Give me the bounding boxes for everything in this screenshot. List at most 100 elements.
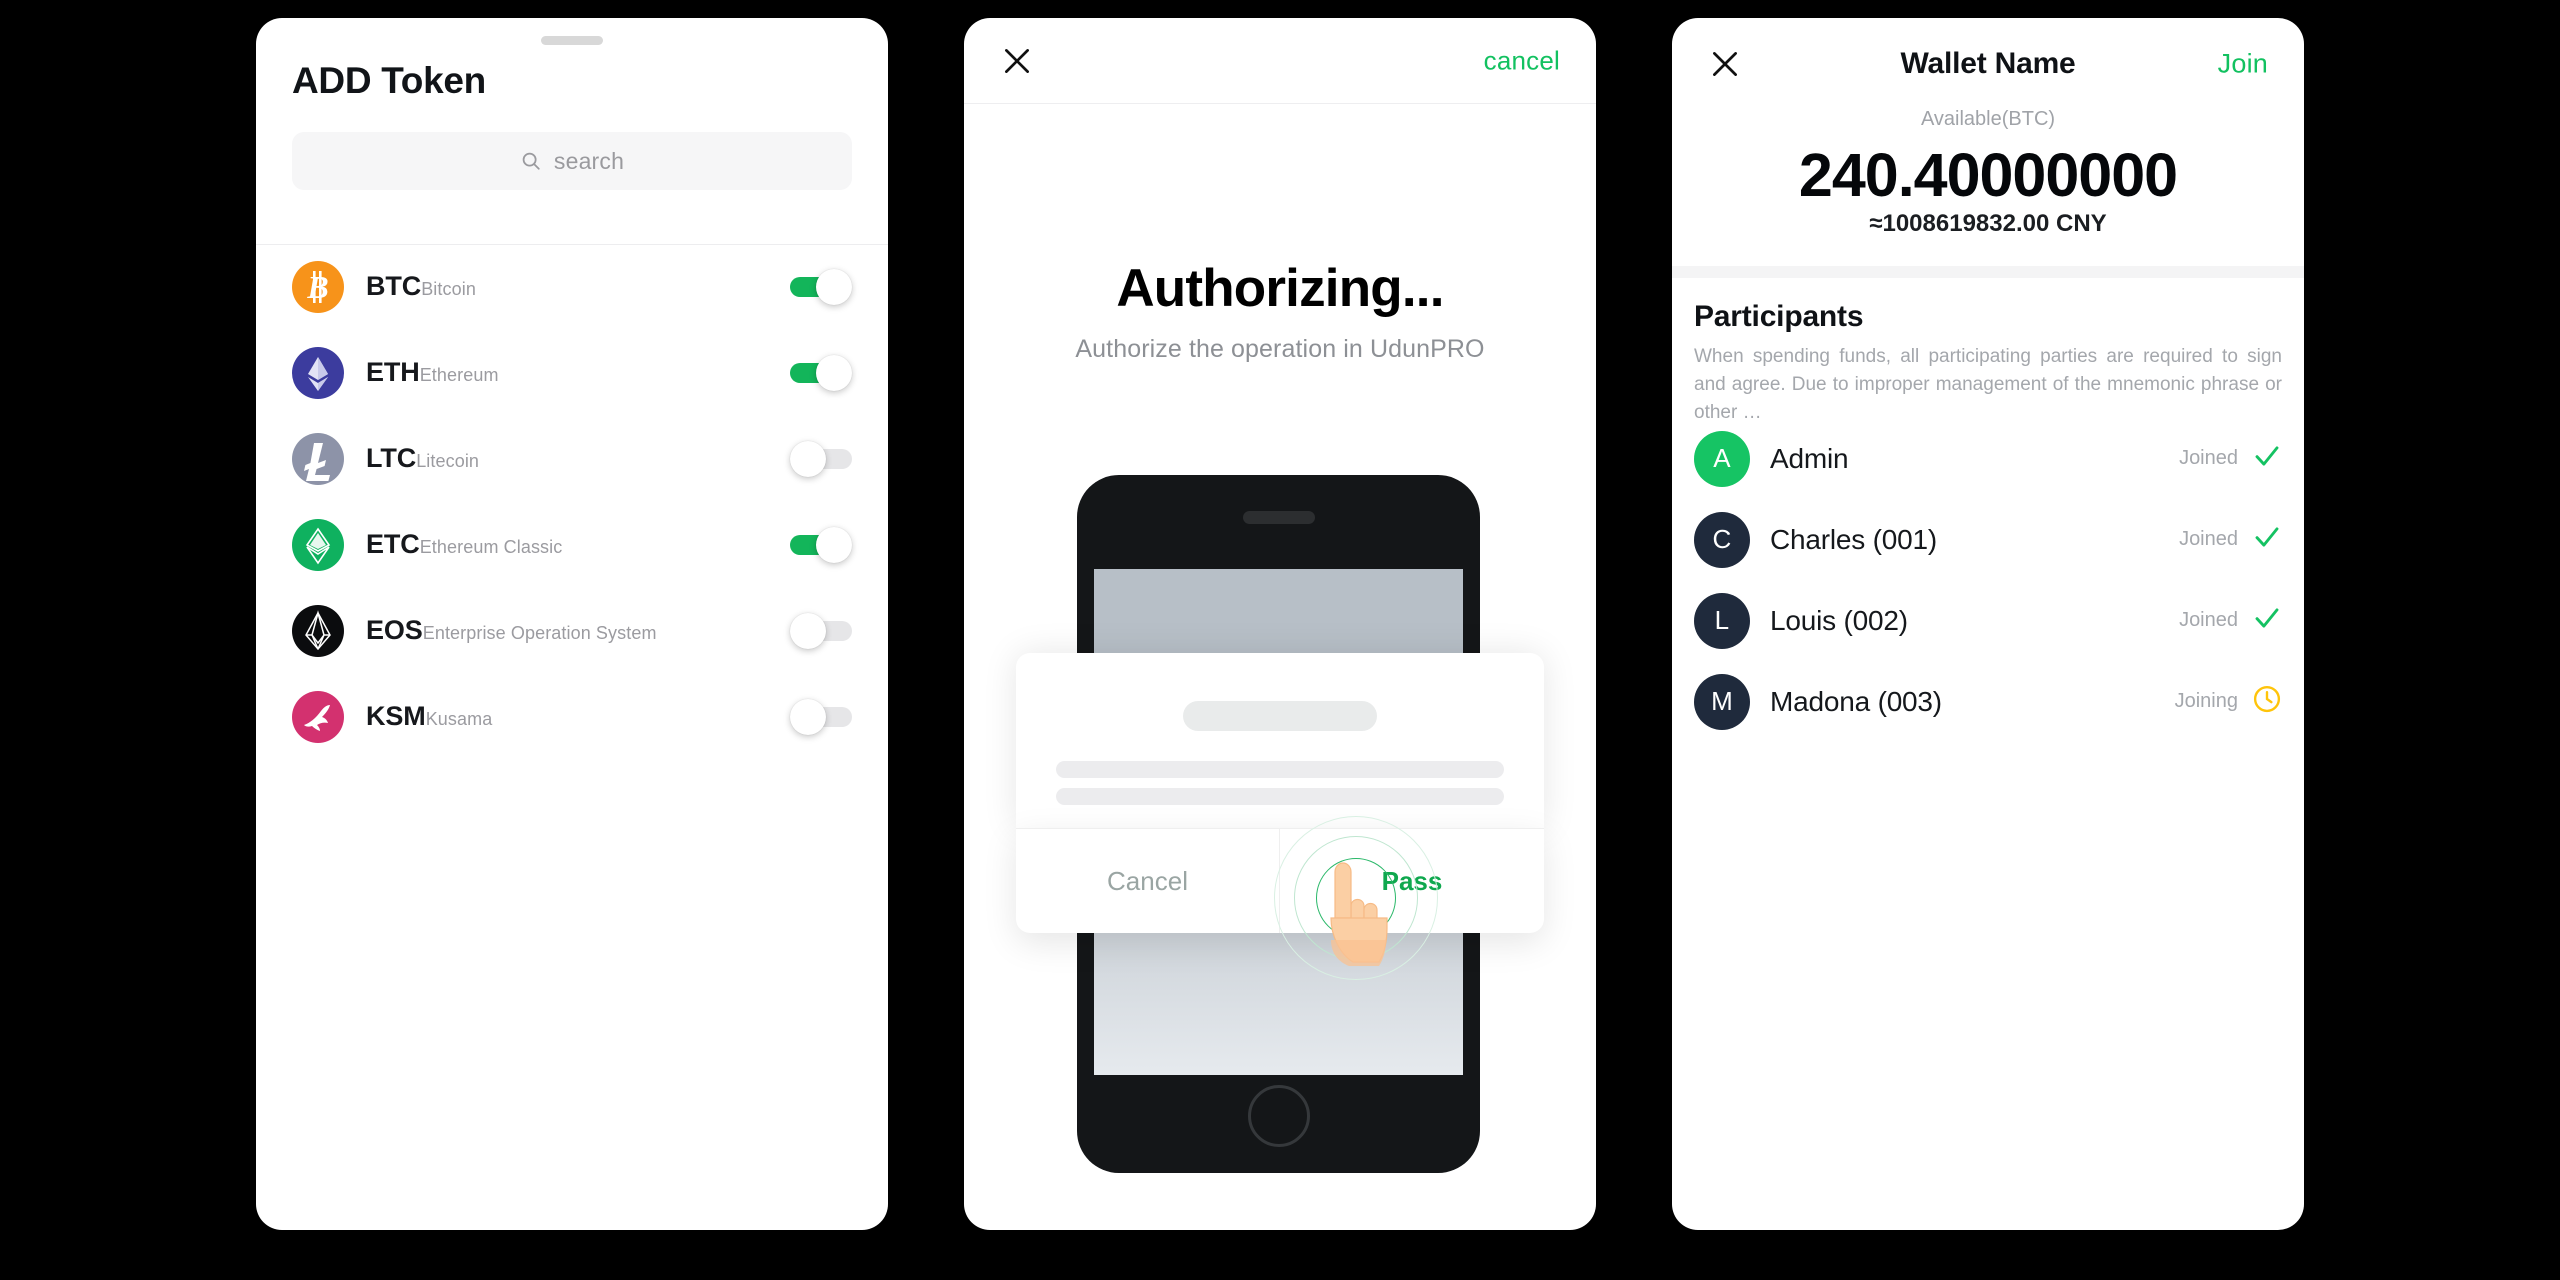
token-symbol: EOS <box>366 615 423 646</box>
token-symbol: ETH <box>366 357 420 388</box>
dialog-pass-button[interactable]: Pass <box>1280 829 1544 933</box>
dialog-skeleton-line <box>1056 788 1504 805</box>
sheet-grab-handle[interactable] <box>541 36 603 45</box>
authorizing-top-bar: cancel <box>964 18 1596 104</box>
bitcoin-icon: B <box>292 261 344 313</box>
check-icon <box>2252 522 2282 557</box>
toggle-knob <box>790 441 826 477</box>
clock-icon <box>2252 684 2282 719</box>
avatar: L <box>1694 592 1750 649</box>
status-badge: Joined <box>2179 447 2238 469</box>
token-toggle[interactable] <box>790 261 852 313</box>
svg-text:B: B <box>306 269 328 305</box>
ethereum-icon <box>292 347 344 399</box>
add-token-panel: ADD Token search B BTCBitcoin ETHEthereum L… <box>256 18 888 1230</box>
search-placeholder: search <box>553 147 625 174</box>
token-text: LTCLitecoin <box>366 443 790 474</box>
section-separator <box>1672 266 2304 278</box>
toggle-knob <box>816 269 852 305</box>
toggle-knob <box>790 699 826 735</box>
join-button[interactable]: Join <box>2218 49 2268 80</box>
participant-row[interactable]: A Admin Joined <box>1694 418 2282 499</box>
token-row[interactable]: ETCEthereum Classic <box>292 502 852 588</box>
participant-name: Louis (002) <box>1770 604 1908 636</box>
page-title: ADD Token <box>292 60 486 101</box>
token-symbol: LTC <box>366 443 417 474</box>
participant-name: Charles (001) <box>1770 523 1938 555</box>
wallet-top-bar: Wallet Name Join <box>1672 18 2304 110</box>
available-label: Available(BTC) <box>1920 108 2056 130</box>
participants-list: A Admin Joined C Charles (001) Joined L Louis (… <box>1672 418 2304 742</box>
token-name: Ethereum <box>419 365 499 386</box>
token-toggle[interactable] <box>790 519 852 571</box>
wallet-panel: Wallet Name Join Available(BTC) 240.4000… <box>1672 18 2304 1230</box>
dialog-skeleton-title <box>1183 701 1377 731</box>
token-list: B BTCBitcoin ETHEthereum LTCLitecoin ETCEthe… <box>256 244 888 760</box>
cancel-button[interactable]: cancel <box>1484 45 1560 76</box>
token-text: ETCEthereum Classic <box>366 529 790 560</box>
balance-fiat: ≈1008619832.00 CNY <box>1869 210 2107 237</box>
dialog-cancel-button[interactable]: Cancel <box>1016 829 1280 933</box>
avatar: A <box>1694 430 1750 487</box>
participant-row[interactable]: C Charles (001) Joined <box>1694 499 2282 580</box>
token-symbol: KSM <box>366 701 426 732</box>
participant-row[interactable]: M Madona (003) Joining <box>1694 661 2282 742</box>
token-name: Bitcoin <box>421 279 476 300</box>
token-row[interactable]: B BTCBitcoin <box>292 244 852 330</box>
participant-name: Madona (003) <box>1770 685 1942 717</box>
token-toggle[interactable] <box>790 691 852 743</box>
phone-illustration-bottom <box>1077 923 1480 1173</box>
phone-speaker <box>1242 511 1315 524</box>
avatar: M <box>1694 673 1750 730</box>
status-badge: Joined <box>2179 528 2238 550</box>
check-icon <box>2252 441 2282 476</box>
status-badge: Joining <box>2174 690 2238 712</box>
search-input[interactable]: search <box>292 132 852 190</box>
eos-icon <box>292 605 344 657</box>
pointing-hand-icon <box>1321 856 1391 966</box>
token-symbol: ETC <box>366 529 420 560</box>
authorize-dialog-body <box>1016 653 1544 828</box>
token-text: ETHEthereum <box>366 357 790 388</box>
token-row[interactable]: LTCLitecoin <box>292 416 852 502</box>
token-row[interactable]: ETHEthereum <box>292 330 852 416</box>
token-toggle[interactable] <box>790 433 852 485</box>
authorizing-title: Authorizing... <box>1116 259 1444 318</box>
token-name: Kusama <box>425 709 493 730</box>
check-icon <box>2252 603 2282 638</box>
authorize-dialog-actions: Cancel Pass <box>1016 828 1544 933</box>
status-badge: Joined <box>2179 609 2238 631</box>
token-row[interactable]: KSMKusama <box>292 674 852 760</box>
participant-row[interactable]: L Louis (002) Joined <box>1694 580 2282 661</box>
close-icon[interactable] <box>1000 44 1034 78</box>
avatar: C <box>1694 511 1750 568</box>
token-text: EOSEnterprise Operation System <box>366 615 790 646</box>
token-text: KSMKusama <box>366 701 790 732</box>
screenshot-stage: ADD Token search B BTCBitcoin ETHEthereum L… <box>0 0 2560 1280</box>
litecoin-icon <box>292 433 344 485</box>
token-symbol: BTC <box>366 271 422 302</box>
token-toggle[interactable] <box>790 347 852 399</box>
authorizing-subtitle: Authorize the operation in UdunPRO <box>1075 335 1485 363</box>
token-name: Enterprise Operation System <box>422 623 657 644</box>
kusama-icon <box>292 691 344 743</box>
token-row[interactable]: EOSEnterprise Operation System <box>292 588 852 674</box>
wallet-title: Wallet Name <box>1900 47 2076 80</box>
balance-amount: 240.40000000 <box>1798 141 2178 209</box>
token-name: Litecoin <box>416 451 480 472</box>
dialog-skeleton-line <box>1056 761 1504 778</box>
participants-description: When spending funds, all participating p… <box>1694 346 2282 424</box>
ethereum-classic-icon <box>292 519 344 571</box>
token-toggle[interactable] <box>790 605 852 657</box>
phone-home-button <box>1247 1085 1310 1147</box>
phone-screen-lower <box>1094 923 1463 1075</box>
search-icon <box>520 150 542 172</box>
toggle-knob <box>816 355 852 391</box>
participant-name: Admin <box>1770 442 1849 474</box>
toggle-knob <box>790 613 826 649</box>
toggle-knob <box>816 527 852 563</box>
token-name: Ethereum Classic <box>419 537 563 558</box>
participants-title: Participants <box>1694 300 1864 333</box>
token-text: BTCBitcoin <box>366 271 790 302</box>
authorizing-panel: cancel Authorizing... Authorize the oper… <box>964 18 1596 1230</box>
